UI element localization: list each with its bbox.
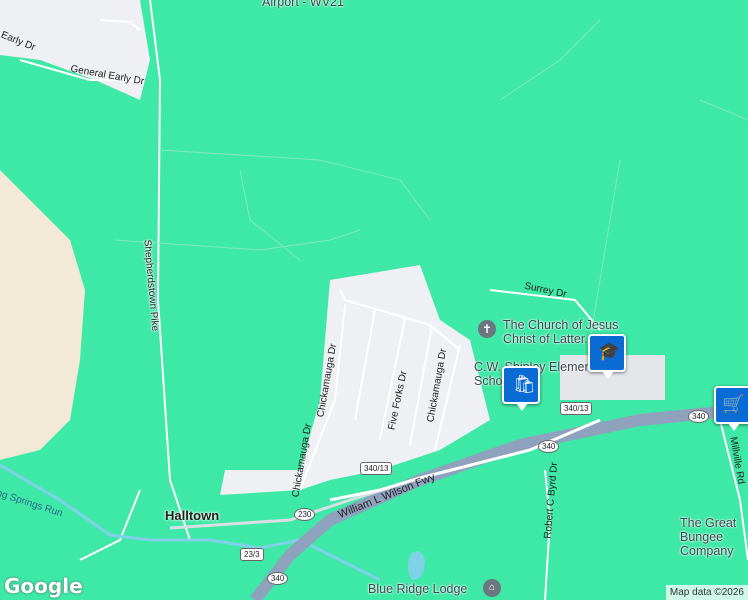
graduation-cap-icon: 🎓: [598, 341, 621, 361]
shopping-bag-pin[interactable]: 🛍: [502, 366, 540, 411]
church-icon[interactable]: ✝: [478, 320, 496, 338]
shopping-bag-icon: 🛍: [513, 374, 536, 394]
shield-340-13-b: 340/13: [360, 462, 393, 475]
school-pin[interactable]: 🎓: [588, 334, 626, 379]
map-attribution[interactable]: Map data ©2026: [665, 585, 748, 600]
shopping-cart-icon: 🛒: [722, 394, 745, 414]
google-logo: Google: [4, 574, 83, 598]
poi-church[interactable]: The Church of Jesus Christ of Latter...: [503, 318, 653, 346]
poi-lodge[interactable]: Blue Ridge Lodge: [368, 582, 467, 596]
airport-label[interactable]: Airport - WV21: [262, 0, 344, 9]
shield-23-3: 23/3: [240, 548, 264, 561]
shopping-cart-pin[interactable]: 🛒: [714, 386, 748, 431]
shield-340-13-a: 340/13: [560, 402, 593, 415]
map-canvas[interactable]: [0, 0, 748, 600]
poi-bungee[interactable]: The Great Bungee Company: [680, 516, 748, 558]
lodge-icon[interactable]: ⌂: [483, 579, 501, 597]
place-halltown: Halltown: [165, 508, 220, 523]
